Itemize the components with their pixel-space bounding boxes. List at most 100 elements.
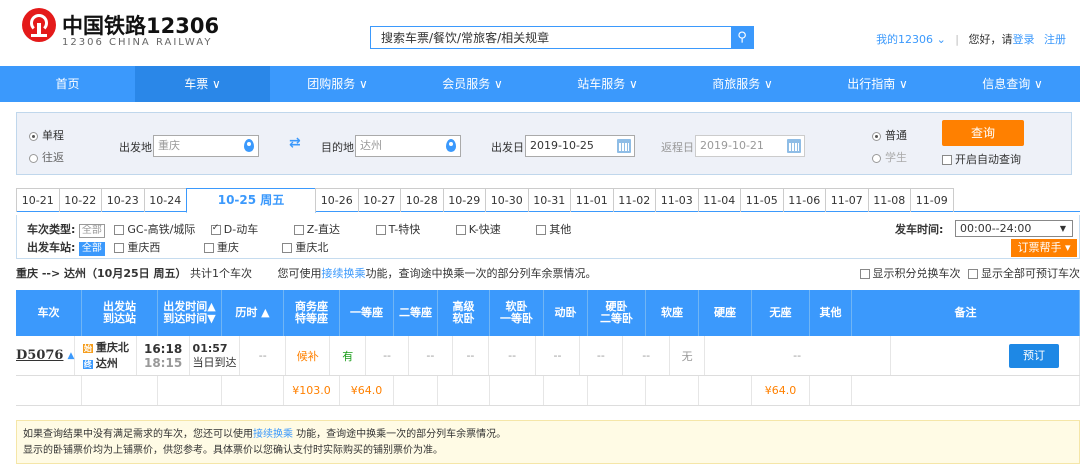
col-header: 动卧 bbox=[544, 290, 588, 336]
nav-home[interactable]: 首页 bbox=[0, 66, 135, 102]
date-tab[interactable]: 10-31 bbox=[527, 188, 571, 212]
price-cell bbox=[82, 376, 158, 405]
seat-cell: -- bbox=[623, 336, 671, 375]
date-tab[interactable]: 10-23 bbox=[101, 188, 145, 212]
return-date-field[interactable]: 2019-10-21 bbox=[695, 135, 805, 157]
route-title: 重庆 --> 达州（10月25日 周五） bbox=[16, 267, 187, 280]
expand-arrow-icon[interactable]: ▲ bbox=[67, 351, 74, 361]
train-code[interactable]: D5076 bbox=[16, 348, 63, 363]
book-button[interactable]: 预订 bbox=[1009, 343, 1059, 368]
time-cell: 16:18 18:15 bbox=[137, 336, 190, 375]
query-button[interactable]: 查询 bbox=[942, 120, 1024, 146]
seat-cell: -- bbox=[705, 336, 891, 375]
type-d-checkbox[interactable]: D-动车 bbox=[210, 223, 258, 236]
date-tab[interactable]: 10-30 bbox=[485, 188, 529, 212]
calendar-icon[interactable] bbox=[787, 139, 801, 153]
date-tab[interactable]: 11-07 bbox=[825, 188, 869, 212]
trip-single-radio[interactable]: 单程 bbox=[29, 127, 64, 143]
notice-line-1: 如果查询结果中没有满足需求的车次，您还可以使用接续换乘 功能，查询途中换乘一次的… bbox=[23, 429, 507, 440]
seat-cell[interactable]: 有 bbox=[330, 336, 367, 375]
col-header[interactable]: 历时 ▲ bbox=[222, 290, 284, 336]
nav-station[interactable]: 站车服务 ∨ bbox=[540, 66, 675, 102]
location-pin-icon bbox=[446, 139, 456, 152]
col-header[interactable]: 出发时间▲ 到达时间▼ bbox=[158, 290, 222, 336]
nav-business[interactable]: 商旅服务 ∨ bbox=[675, 66, 810, 102]
to-field[interactable]: 达州 bbox=[355, 135, 461, 157]
chevron-down-icon[interactable]: ⌄ bbox=[937, 33, 946, 46]
auto-query-checkbox[interactable]: 开启自动查询 bbox=[942, 151, 1021, 167]
train-type-all[interactable]: 全部 bbox=[78, 224, 105, 238]
date-tab[interactable]: 10-28 bbox=[400, 188, 444, 212]
swap-icon[interactable]: ⇄ bbox=[289, 135, 301, 151]
divider: | bbox=[955, 33, 959, 46]
start-badge: 始 bbox=[82, 343, 93, 353]
return-label: 返程日 bbox=[661, 141, 694, 154]
railway-logo[interactable] bbox=[22, 8, 56, 42]
type-other-checkbox[interactable]: 其他 bbox=[536, 223, 571, 236]
station-all[interactable]: 全部 bbox=[78, 242, 105, 256]
type-normal-radio[interactable]: 普通 bbox=[872, 127, 907, 143]
date-tab[interactable]: 10-26 bbox=[315, 188, 359, 212]
date-tab-active[interactable]: 10-25 周五 bbox=[186, 188, 316, 213]
trip-round-radio[interactable]: 往返 bbox=[29, 149, 64, 165]
date-tab[interactable]: 11-02 bbox=[612, 188, 656, 212]
nav-member[interactable]: 会员服务 ∨ bbox=[405, 66, 540, 102]
type-t-checkbox[interactable]: T-特快 bbox=[375, 223, 420, 236]
train-cell: D5076 ▲ bbox=[16, 336, 76, 375]
date-tab[interactable]: 11-05 bbox=[740, 188, 784, 212]
price-cell bbox=[490, 376, 544, 405]
search-icon[interactable]: ⚲ bbox=[731, 27, 753, 48]
price-cell bbox=[699, 376, 752, 405]
result-summary: 重庆 --> 达州（10月25日 周五） 共计1个车次 您可使用接续换乘功能，查… bbox=[16, 265, 1080, 283]
seat-cell: -- bbox=[453, 336, 489, 375]
date-tab[interactable]: 10-21 bbox=[16, 188, 60, 212]
nav-info[interactable]: 信息查询 ∨ bbox=[945, 66, 1080, 102]
col-header: 软卧 一等卧 bbox=[490, 290, 544, 336]
login-link[interactable]: 登录 bbox=[1013, 33, 1035, 46]
date-label: 出发日 bbox=[491, 141, 524, 154]
end-badge: 终 bbox=[82, 359, 93, 369]
from-field[interactable]: 重庆 bbox=[153, 135, 259, 157]
type-gc-checkbox[interactable]: GC-高铁/城际 bbox=[114, 223, 195, 236]
points-trains-checkbox[interactable]: 显示积分兑换车次 bbox=[859, 267, 961, 280]
date-tab[interactable]: 10-24 bbox=[143, 188, 187, 212]
transfer-link[interactable]: 接续换乘 bbox=[321, 267, 365, 280]
date-tab[interactable]: 11-01 bbox=[570, 188, 614, 212]
seat-cell: -- bbox=[240, 336, 287, 375]
date-tab[interactable]: 10-22 bbox=[58, 188, 102, 212]
depart-date-field[interactable]: 2019-10-25 bbox=[525, 135, 635, 157]
all-bookable-checkbox[interactable]: 显示全部可预订车次 bbox=[968, 267, 1080, 280]
type-z-checkbox[interactable]: Z-直达 bbox=[293, 223, 340, 236]
price-cell bbox=[588, 376, 646, 405]
date-tab[interactable]: 10-27 bbox=[357, 188, 401, 212]
query-panel: 单程 往返 出发地 重庆 ⇄ 目的地 达州 出发日 2019-10-25 返程日… bbox=[16, 112, 1072, 175]
type-student-radio[interactable]: 学生 bbox=[872, 149, 907, 165]
type-k-checkbox[interactable]: K-快速 bbox=[455, 223, 501, 236]
date-tab[interactable]: 11-08 bbox=[867, 188, 911, 212]
notice-box: 如果查询结果中没有满足需求的车次，您还可以使用接续换乘 功能，查询途中换乘一次的… bbox=[16, 420, 1080, 464]
search-input[interactable] bbox=[371, 27, 731, 48]
notice-transfer-link[interactable]: 接续换乘 bbox=[253, 429, 293, 440]
station-chongqing-checkbox[interactable]: 重庆 bbox=[203, 241, 239, 254]
date-tab[interactable]: 11-04 bbox=[697, 188, 741, 212]
calendar-icon[interactable] bbox=[617, 139, 631, 153]
nav-guide[interactable]: 出行指南 ∨ bbox=[810, 66, 945, 102]
col-header: 软座 bbox=[646, 290, 699, 336]
date-tab[interactable]: 10-29 bbox=[442, 188, 486, 212]
my12306-link[interactable]: 我的12306 bbox=[876, 33, 933, 46]
station-chongqingbei-checkbox[interactable]: 重庆北 bbox=[282, 241, 328, 254]
register-link[interactable]: 注册 bbox=[1044, 33, 1066, 46]
seat-cell: -- bbox=[536, 336, 580, 375]
price-cell: ¥103.0 bbox=[284, 376, 340, 405]
display-options: 显示积分兑换车次 显示全部可预订车次 bbox=[859, 265, 1080, 281]
date-tab[interactable]: 11-09 bbox=[910, 188, 954, 212]
date-tab[interactable]: 11-03 bbox=[655, 188, 699, 212]
nav-tickets[interactable]: 车票 ∨ bbox=[135, 66, 270, 102]
nav-group[interactable]: 团购服务 ∨ bbox=[270, 66, 405, 102]
depart-time-select[interactable]: 00:00--24:00 ▼ bbox=[955, 220, 1073, 237]
col-header: 商务座 特等座 bbox=[284, 290, 340, 336]
date-tab[interactable]: 11-06 bbox=[782, 188, 826, 212]
booking-helper-button[interactable]: 订票帮手 ▾ bbox=[1011, 239, 1077, 257]
station-chongqingxi-checkbox[interactable]: 重庆西 bbox=[114, 241, 160, 254]
seat-cell[interactable]: 候补 bbox=[286, 336, 331, 375]
